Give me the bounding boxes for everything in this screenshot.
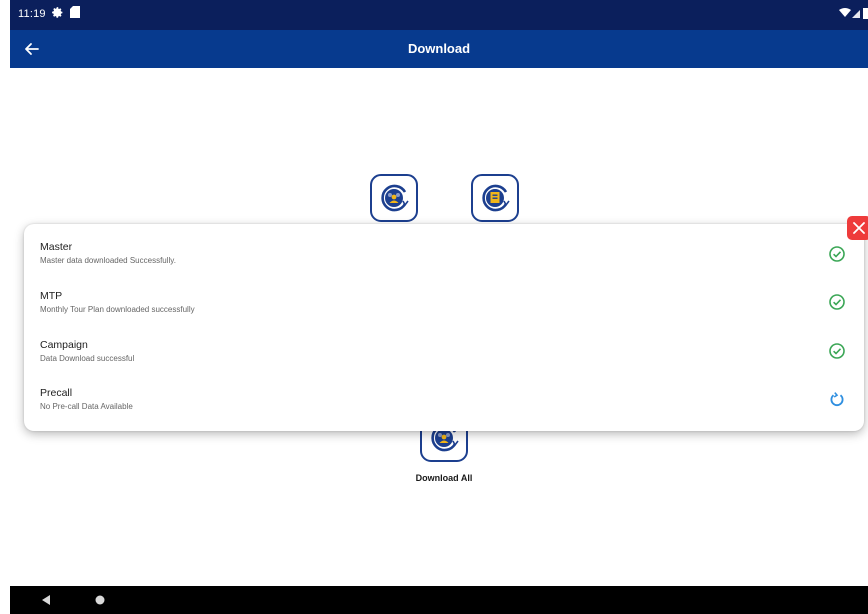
status-time: 11:19 (18, 8, 46, 20)
app-screen: 11:19 Download Download All Master Maste… (10, 0, 868, 614)
row-subtitle: Master data downloaded Successfully. (40, 256, 176, 265)
download-all-label[interactable]: Download All (390, 473, 498, 483)
battery-icon (863, 8, 868, 19)
document-sync-download-icon (482, 184, 510, 212)
signal-icon (852, 10, 860, 18)
page-title: Download (407, 41, 471, 56)
nav-home-icon[interactable] (95, 595, 105, 605)
check-circle-icon (829, 343, 845, 359)
device-bezel (0, 0, 10, 614)
row-title: Master (40, 241, 73, 253)
row-subtitle: Monthly Tour Plan downloaded successfull… (40, 305, 195, 314)
check-circle-icon (829, 294, 845, 310)
sim-card-icon (70, 6, 80, 18)
refresh-icon[interactable] (828, 390, 846, 408)
row-title: MTP (40, 290, 63, 302)
download-status-panel: Master Master data downloaded Successful… (24, 224, 864, 431)
check-circle-icon (829, 246, 845, 262)
nav-back-icon[interactable] (40, 594, 52, 606)
close-icon (853, 222, 865, 234)
mtp-download-tile[interactable] (471, 174, 519, 222)
row-subtitle: No Pre-call Data Available (40, 402, 133, 411)
connectivity-icons (839, 8, 868, 19)
row-title: Campaign (40, 339, 88, 351)
close-button[interactable] (847, 216, 868, 240)
row-subtitle: Data Download successful (40, 354, 135, 363)
wifi-icon (839, 8, 851, 17)
status-row-precall: Precall No Pre-call Data Available (24, 387, 864, 435)
row-title: Precall (40, 387, 73, 399)
status-row-master: Master Master data downloaded Successful… (24, 241, 864, 289)
status-row-campaign: Campaign Data Download successful (24, 339, 864, 387)
app-bar: Download (10, 30, 868, 68)
team-sync-download-icon (381, 184, 409, 212)
master-download-tile[interactable] (370, 174, 418, 222)
status-bar: 11:19 (10, 0, 868, 30)
gear-icon (52, 7, 63, 18)
system-nav-bar (10, 586, 868, 614)
status-row-mtp: MTP Monthly Tour Plan downloaded success… (24, 290, 864, 338)
